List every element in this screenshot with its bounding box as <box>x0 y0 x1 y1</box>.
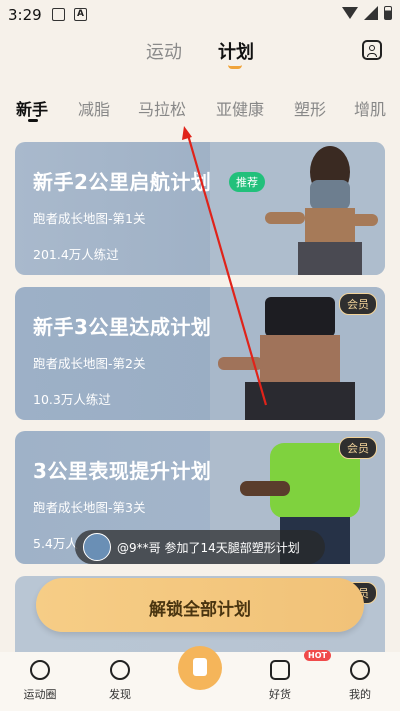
annotation-arrow-icon <box>182 126 268 406</box>
